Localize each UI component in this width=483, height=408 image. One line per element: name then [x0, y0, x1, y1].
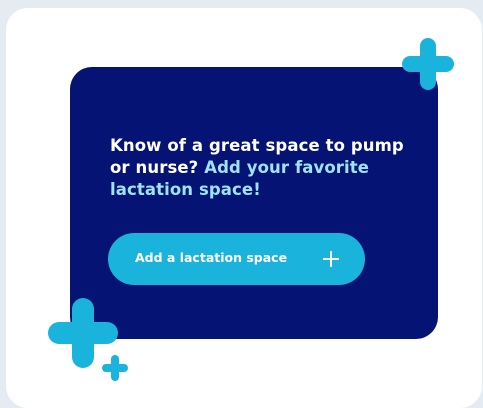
add-lactation-space-label: Add a lactation space	[135, 250, 288, 265]
lactation-promo-card: Know of a great space to pump or nurse? …	[70, 67, 438, 339]
sparkle-plus-icon	[102, 355, 128, 381]
plus-icon	[323, 251, 339, 267]
promo-text: Know of a great space to pump or nurse? …	[110, 135, 410, 201]
sparkle-plus-icon	[402, 38, 454, 90]
add-lactation-space-button[interactable]: Add a lactation space	[108, 233, 365, 285]
